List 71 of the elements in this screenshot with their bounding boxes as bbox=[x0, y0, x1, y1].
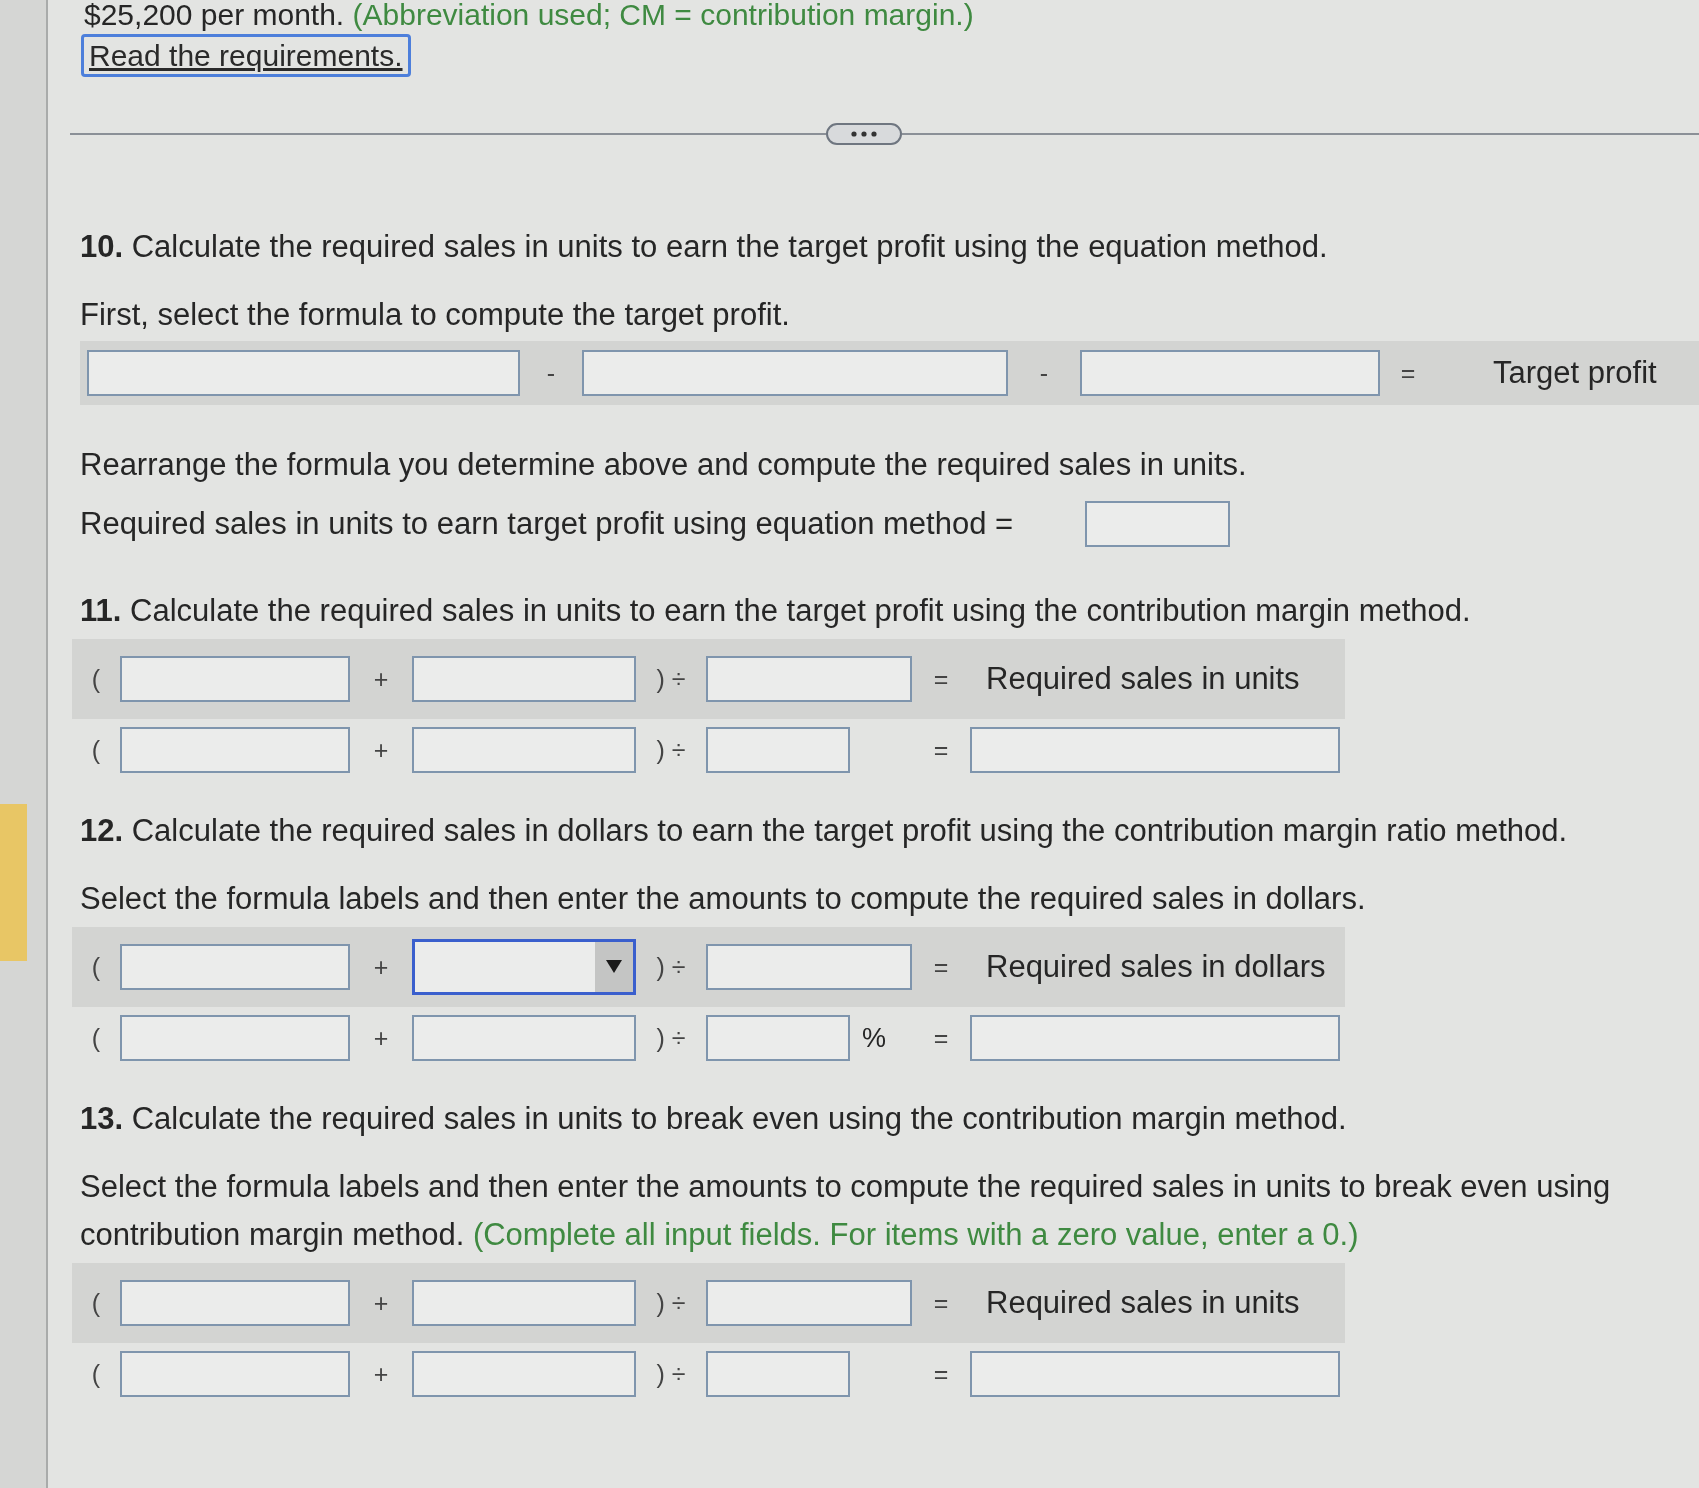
math-operator: ( bbox=[91, 1359, 101, 1389]
math-operator: = bbox=[933, 1288, 949, 1318]
math-operator: = bbox=[1400, 358, 1416, 388]
input-field[interactable] bbox=[120, 656, 350, 702]
formula-label: Target profit bbox=[1493, 355, 1657, 391]
input-field[interactable] bbox=[970, 727, 1340, 773]
math-operator: ) ÷ bbox=[656, 735, 686, 765]
math-operator: + bbox=[373, 952, 389, 982]
input-field[interactable] bbox=[120, 727, 350, 773]
math-operator: - bbox=[1039, 358, 1049, 388]
input-field[interactable] bbox=[1080, 350, 1380, 396]
math-operator: = bbox=[933, 735, 949, 765]
math-operator: ( bbox=[91, 735, 101, 765]
instruction-text: Select the formula labels and then enter the amounts to compute the required sales in units to break even using contribution margin method. (Complete all input fields. For items with a zero value, enter a 0.) bbox=[80, 1168, 1612, 1254]
math-operator: + bbox=[373, 1288, 389, 1318]
dropdown-field[interactable] bbox=[412, 939, 636, 995]
question-heading: 10. Calculate the required sales in units to earn the target profit using the equation method. bbox=[80, 228, 1328, 266]
math-operator: + bbox=[373, 1359, 389, 1389]
math-operator: = bbox=[933, 952, 949, 982]
question-heading: 12. Calculate the required sales in dollars to earn the target profit using the contribution margin ratio method. bbox=[80, 812, 1568, 850]
input-field[interactable] bbox=[706, 1280, 912, 1326]
formula-label: Required sales in units bbox=[986, 1285, 1300, 1321]
math-operator: + bbox=[373, 1023, 389, 1053]
requirements-link[interactable]: Read the requirements. bbox=[81, 34, 411, 77]
input-field[interactable] bbox=[120, 1351, 350, 1397]
instruction-text: First, select the formula to compute the target profit. bbox=[80, 296, 790, 334]
input-field[interactable] bbox=[706, 727, 850, 773]
math-operator: - bbox=[546, 358, 556, 388]
math-operator: + bbox=[373, 735, 389, 765]
math-operator: = bbox=[933, 1359, 949, 1389]
instruction-text: Rearrange the formula you determine above and compute the required sales in units. bbox=[80, 446, 1247, 484]
input-field[interactable] bbox=[412, 656, 636, 702]
input-field[interactable] bbox=[120, 1280, 350, 1326]
question-heading: 13. Calculate the required sales in units to break even using the contribution margin method. bbox=[80, 1100, 1347, 1138]
caret-icon bbox=[595, 942, 633, 992]
input-field[interactable] bbox=[706, 656, 912, 702]
formula-label: Required sales in dollars bbox=[986, 949, 1326, 985]
input-field[interactable] bbox=[120, 1015, 350, 1061]
formula-label: Required sales in units bbox=[986, 661, 1300, 697]
input-field[interactable] bbox=[706, 944, 912, 990]
input-field[interactable] bbox=[970, 1015, 1340, 1061]
instruction-text: Select the formula labels and then enter the amounts to compute the required sales in dollars. bbox=[80, 880, 1366, 918]
answer-label: Required sales in units to earn target profit using equation method = bbox=[80, 506, 1014, 542]
input-field[interactable] bbox=[412, 1015, 636, 1061]
answer-field[interactable] bbox=[1085, 501, 1231, 547]
math-operator: ( bbox=[91, 1288, 101, 1318]
ellipsis-icon bbox=[851, 131, 877, 137]
math-operator: ( bbox=[91, 1023, 101, 1053]
math-operator: ( bbox=[91, 664, 101, 694]
math-operator: ) ÷ bbox=[656, 1288, 686, 1318]
math-operator: ) ÷ bbox=[656, 1023, 686, 1053]
math-operator: ) ÷ bbox=[656, 664, 686, 694]
math-operator: = bbox=[933, 1023, 949, 1053]
math-operator: + bbox=[373, 664, 389, 694]
math-operator: = bbox=[933, 664, 949, 694]
math-operator: ) ÷ bbox=[656, 1359, 686, 1389]
input-field[interactable] bbox=[706, 1015, 850, 1061]
unit-symbol: % bbox=[862, 1022, 886, 1054]
input-field[interactable] bbox=[970, 1351, 1340, 1397]
input-field[interactable] bbox=[412, 1280, 636, 1326]
expand-button[interactable] bbox=[826, 123, 902, 145]
math-operator: ) ÷ bbox=[656, 952, 686, 982]
input-field[interactable] bbox=[412, 727, 636, 773]
input-field[interactable] bbox=[120, 944, 350, 990]
input-field[interactable] bbox=[706, 1351, 850, 1397]
input-field[interactable] bbox=[87, 350, 520, 396]
math-operator: ( bbox=[91, 952, 101, 982]
intro-text: $25,200 per month. (Abbreviation used; CM = contribution margin.) bbox=[84, 0, 975, 30]
input-field[interactable] bbox=[582, 350, 1008, 396]
question-heading: 11. Calculate the required sales in units to earn the target profit using the contribution margin method. bbox=[80, 592, 1471, 630]
input-field[interactable] bbox=[412, 1351, 636, 1397]
